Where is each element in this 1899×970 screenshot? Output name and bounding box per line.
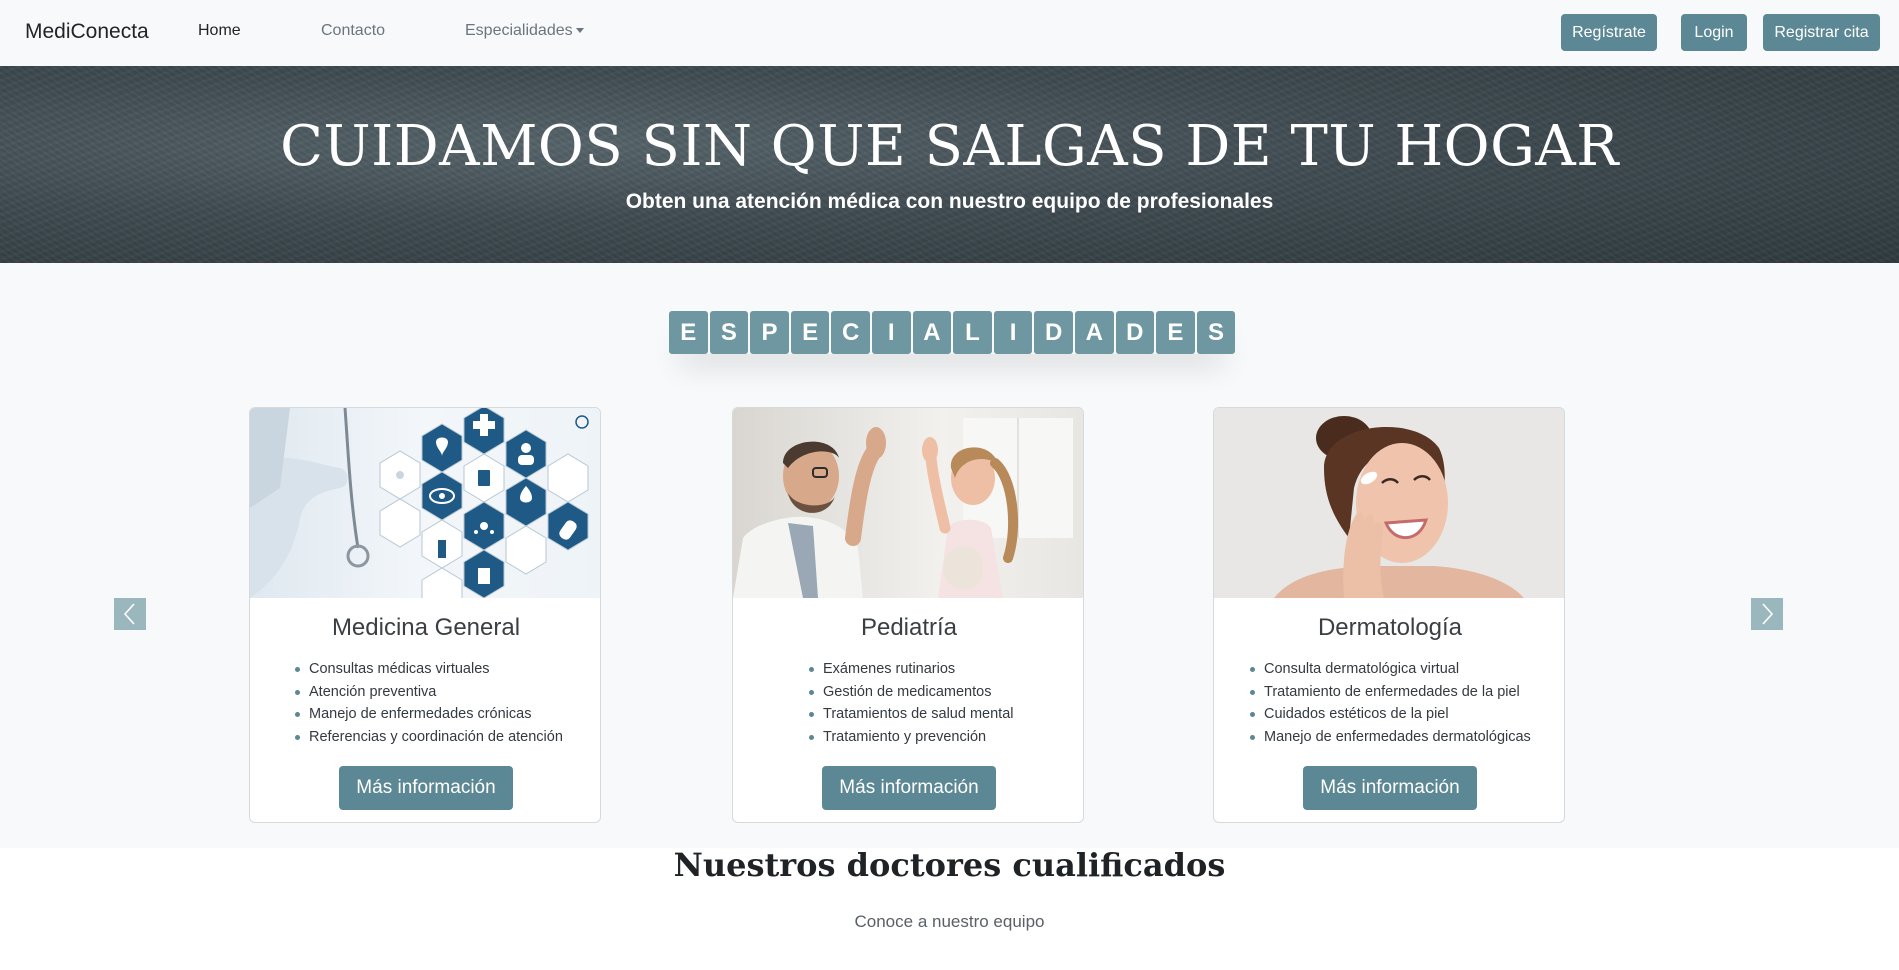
- list-item: Consultas médicas virtuales: [293, 658, 563, 681]
- more-info-button[interactable]: Más información: [822, 766, 996, 810]
- heading-letter: P: [750, 311, 789, 354]
- medical-hexagon-icons-image: [250, 408, 600, 598]
- more-info-button[interactable]: Más información: [339, 766, 513, 810]
- nav-especialidades-dropdown[interactable]: Especialidades: [465, 22, 584, 40]
- card-feature-list: Exámenes rutinarios Gestión de medicamen…: [807, 658, 1013, 748]
- list-item: Referencias y coordinación de atención: [293, 726, 563, 749]
- nav-especialidades-label: Especialidades: [465, 22, 573, 39]
- heading-letter: A: [1074, 311, 1114, 354]
- chevron-left-icon: [123, 603, 135, 625]
- heading-letter: E: [790, 311, 830, 354]
- card-title: Medicina General: [331, 614, 521, 641]
- heading-letter: S: [709, 311, 749, 354]
- caret-down-icon: [575, 28, 584, 34]
- book-appointment-button[interactable]: Registrar cita: [1763, 14, 1880, 51]
- heading-letter: D: [1034, 311, 1073, 354]
- specialties-heading: E S P E C I A L I D A D E S: [669, 311, 1236, 354]
- list-item: Exámenes rutinarios: [807, 658, 1013, 681]
- list-item: Manejo de enfermedades dermatológicas: [1248, 726, 1531, 749]
- login-button[interactable]: Login: [1681, 14, 1747, 51]
- specialty-card-medicina-general: Medicina General Consultas médicas virtu…: [249, 407, 601, 823]
- hero-subtitle: Obten una atención médica con nuestro eq…: [625, 190, 1274, 213]
- navbar: MediConecta Home Contacto Especialidades…: [0, 0, 1899, 66]
- nav-home[interactable]: Home: [198, 22, 241, 40]
- doctors-section-title: Nuestros doctores cualificados: [673, 846, 1226, 884]
- list-item: Tratamiento y prevención: [807, 726, 1013, 749]
- heading-letter: A: [912, 311, 952, 354]
- carousel-next-button[interactable]: [1751, 598, 1783, 630]
- doctors-section-subtitle: Conoce a nuestro equipo: [854, 912, 1045, 931]
- register-button[interactable]: Regístrate: [1561, 14, 1657, 51]
- heading-letter: L: [953, 311, 992, 354]
- list-item: Atención preventiva: [293, 681, 563, 704]
- carousel-prev-button[interactable]: [114, 598, 146, 630]
- heading-letter: I: [871, 311, 911, 354]
- heading-letter: C: [831, 311, 870, 354]
- card-title: Dermatología: [1317, 614, 1463, 641]
- smiling-woman-skin-care-image: [1214, 408, 1564, 598]
- list-item: Cuidados estéticos de la piel: [1248, 703, 1531, 726]
- heading-letter: S: [1196, 311, 1236, 354]
- heading-letter: E: [1156, 311, 1195, 354]
- card-title: Pediatría: [860, 614, 958, 641]
- hero-banner: CUIDAMOS SIN QUE SALGAS DE TU HOGAR Obte…: [0, 66, 1899, 263]
- doctor-high-five-child-image: [733, 408, 1083, 598]
- list-item: Consulta dermatológica virtual: [1248, 658, 1531, 681]
- heading-letter: D: [1115, 311, 1155, 354]
- chevron-right-icon: [1762, 603, 1774, 625]
- heading-letter: I: [993, 311, 1033, 354]
- nav-contacto[interactable]: Contacto: [321, 22, 385, 40]
- heading-letter: E: [669, 311, 708, 354]
- list-item: Tratamiento de enfermedades de la piel: [1248, 681, 1531, 704]
- specialty-card-dermatologia: Dermatología Consulta dermatológica virt…: [1213, 407, 1565, 823]
- specialties-section: E S P E C I A L I D A D E S Medicina Gen…: [0, 263, 1899, 848]
- card-feature-list: Consultas médicas virtuales Atención pre…: [293, 658, 563, 748]
- card-feature-list: Consulta dermatológica virtual Tratamien…: [1248, 658, 1531, 748]
- specialty-card-pediatria: Pediatría Exámenes rutinarios Gestión de…: [732, 407, 1084, 823]
- list-item: Gestión de medicamentos: [807, 681, 1013, 704]
- list-item: Tratamientos de salud mental: [807, 703, 1013, 726]
- list-item: Manejo de enfermedades crónicas: [293, 703, 563, 726]
- brand-logo[interactable]: MediConecta: [25, 20, 149, 44]
- more-info-button[interactable]: Más información: [1303, 766, 1477, 810]
- hero-title: CUIDAMOS SIN QUE SALGAS DE TU HOGAR: [280, 114, 1619, 179]
